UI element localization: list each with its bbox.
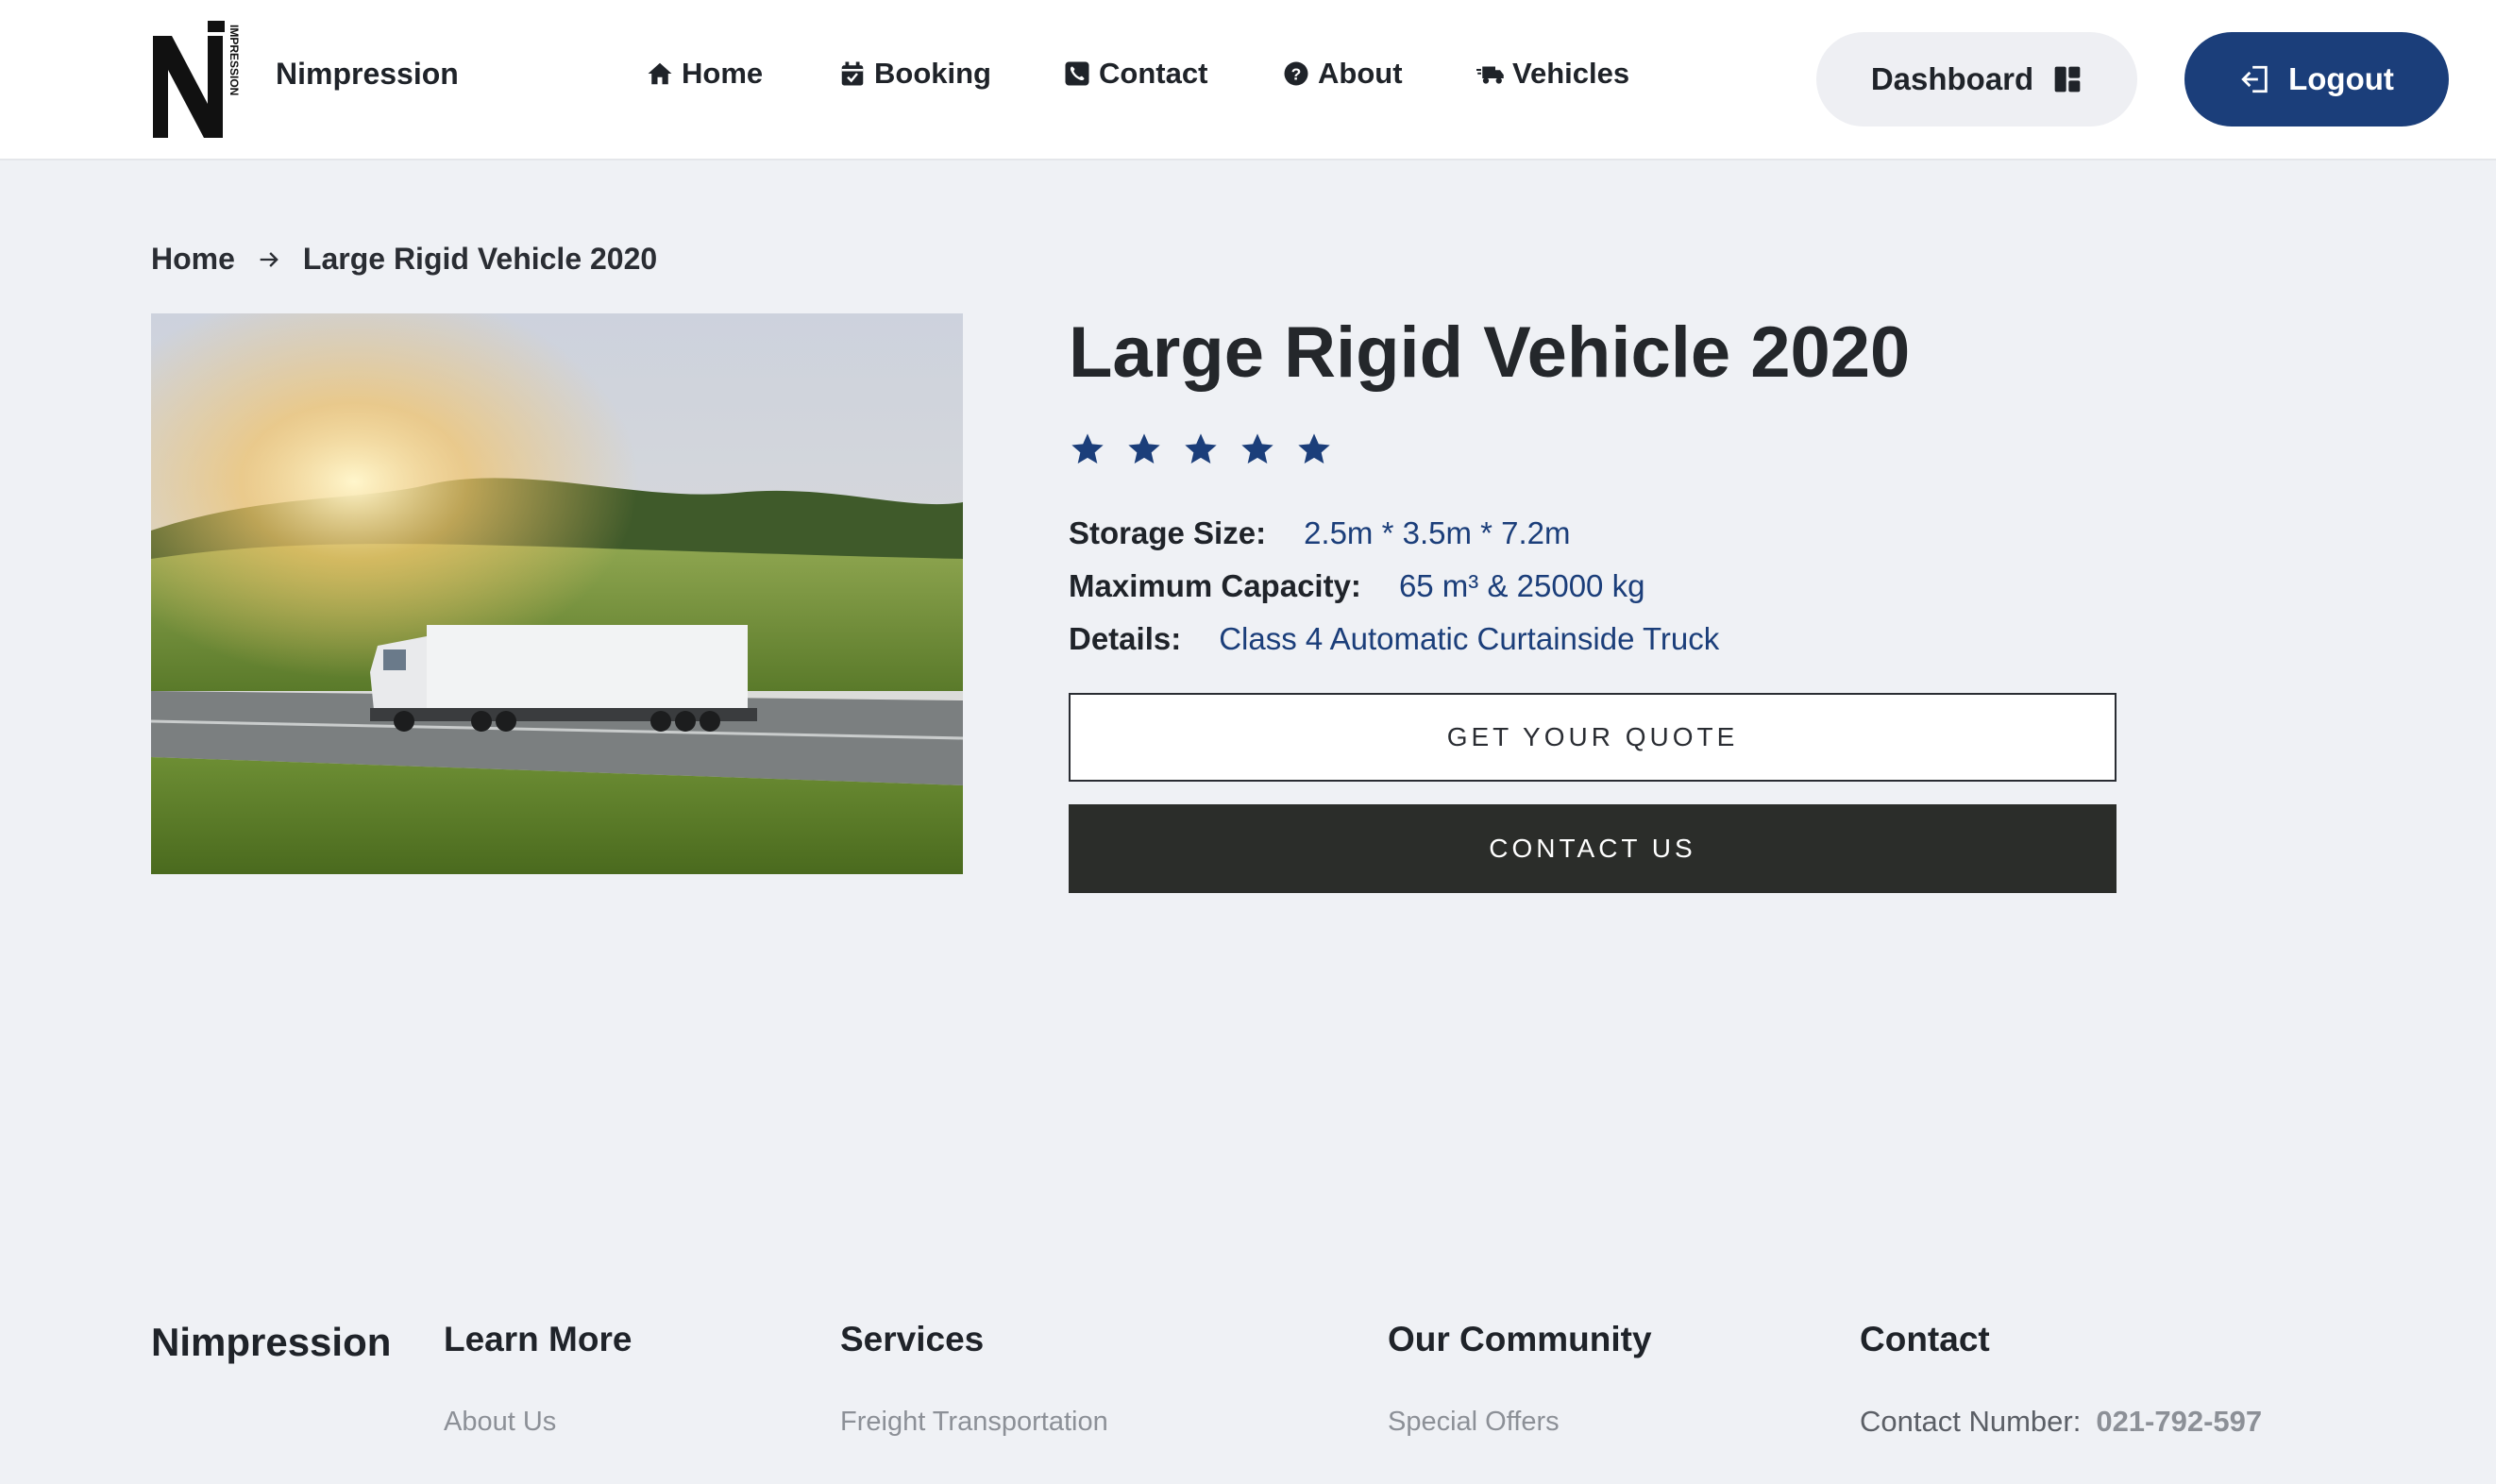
dashboard-layout-icon [2054,66,2081,93]
vehicle-title: Large Rigid Vehicle 2020 [1069,312,1911,393]
footer-link-about-us[interactable]: About Us [444,1407,556,1438]
footer-link-special-offers[interactable]: Special Offers [1388,1407,1560,1438]
truck-fast-icon [1476,66,1504,84]
breadcrumb: Home Large Rigid Vehicle 2020 [151,242,657,277]
footer-contact-number: Contact Number: 021-792-597 [1860,1405,2262,1439]
breadcrumb-home[interactable]: Home [151,242,235,277]
nav-home-label: Home [682,57,764,90]
footer-heading-learn-more: Learn More [444,1320,632,1358]
spec-key: Maximum Capacity: [1069,568,1361,603]
dashboard-button-label: Dashboard [1870,61,2034,96]
logout-button[interactable]: Logout [2184,32,2449,126]
brand-name[interactable]: Nimpression [276,57,459,92]
spec-details: Details: Class 4 Automatic Curtainside T… [1069,621,1719,657]
site-header: IMPRESSION Nimpression Home Booking Cont… [0,0,2496,160]
footer-heading-services: Services [840,1320,985,1358]
nav-home[interactable]: Home [646,57,763,91]
nimpression-logo[interactable]: IMPRESSION [151,19,240,140]
contact-number-label: Contact Number: [1860,1405,2082,1438]
get-quote-button[interactable]: GET YOUR QUOTE [1069,693,2117,782]
nav-contact[interactable]: Contact [1063,57,1207,91]
spec-max-capacity: Maximum Capacity: 65 m³ & 25000 kg [1069,568,1644,604]
sign-out-icon [2241,65,2268,93]
star-icon [1298,433,1330,464]
calendar-check-icon [841,61,864,86]
nav-booking-label: Booking [874,57,991,90]
star-icon [1071,433,1104,464]
truck-photo [151,313,963,874]
spec-value: Class 4 Automatic Curtainside Truck [1219,621,1720,656]
spec-key: Storage Size: [1069,515,1267,550]
contact-number-value[interactable]: 021-792-597 [2096,1405,2262,1439]
footer-link-freight[interactable]: Freight Transportation [840,1407,1108,1438]
footer-brand: Nimpression [151,1320,392,1364]
dashboard-button[interactable]: Dashboard [1816,32,2137,126]
star-icon [1185,433,1217,464]
nav-booking[interactable]: Booking [838,57,991,91]
contact-us-button[interactable]: CONTACT US [1069,804,2117,893]
nav-vehicles[interactable]: Vehicles [1476,57,1629,91]
breadcrumb-current: Large Rigid Vehicle 2020 [302,242,658,276]
star-icon [1128,433,1160,464]
spec-key: Details: [1069,621,1182,656]
nav-vehicles-label: Vehicles [1512,57,1630,90]
footer-heading-contact: Contact [1860,1320,1990,1358]
rating-stars [1069,430,1333,468]
footer-heading-community: Our Community [1388,1320,1652,1358]
logo-lettering: IMPRESSION [228,25,240,95]
nav-contact-label: Contact [1099,57,1208,90]
question-circle-icon: ? [1284,61,1308,86]
spec-value: 2.5m * 3.5m * 7.2m [1304,515,1571,550]
logout-button-label: Logout [2288,61,2394,96]
nav-about[interactable]: ? About [1282,57,1403,91]
spec-value: 65 m³ & 25000 kg [1398,568,1645,603]
home-icon [648,62,672,85]
star-icon [1241,433,1273,464]
nav-about-label: About [1318,57,1403,90]
spec-storage-size: Storage Size: 2.5m * 3.5m * 7.2m [1069,515,1571,551]
svg-text:?: ? [1291,64,1302,83]
phone-square-icon [1065,61,1089,86]
arrow-right-icon [260,251,278,267]
